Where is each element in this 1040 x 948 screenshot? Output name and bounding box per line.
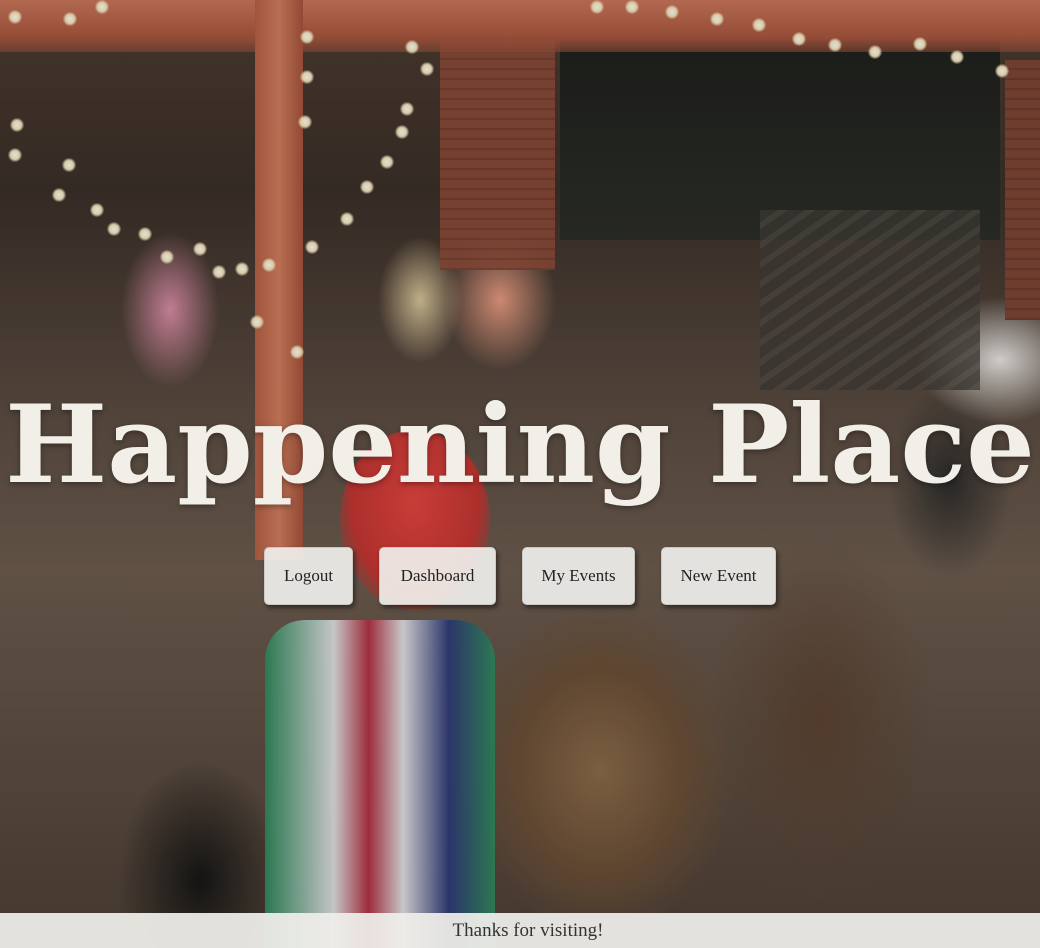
main-nav: Logout Dashboard My Events New Event bbox=[0, 547, 1040, 607]
page: Happening Place Logout Dashboard My Even… bbox=[0, 0, 1040, 948]
my-events-button[interactable]: My Events bbox=[522, 547, 635, 605]
logout-button[interactable]: Logout bbox=[264, 547, 353, 605]
site-title: Happening Place bbox=[5, 382, 1035, 508]
footer-text: Thanks for visiting! bbox=[452, 919, 604, 941]
footer: Thanks for visiting! bbox=[0, 913, 1040, 948]
dashboard-button[interactable]: Dashboard bbox=[379, 547, 496, 605]
new-event-button[interactable]: New Event bbox=[661, 547, 776, 605]
